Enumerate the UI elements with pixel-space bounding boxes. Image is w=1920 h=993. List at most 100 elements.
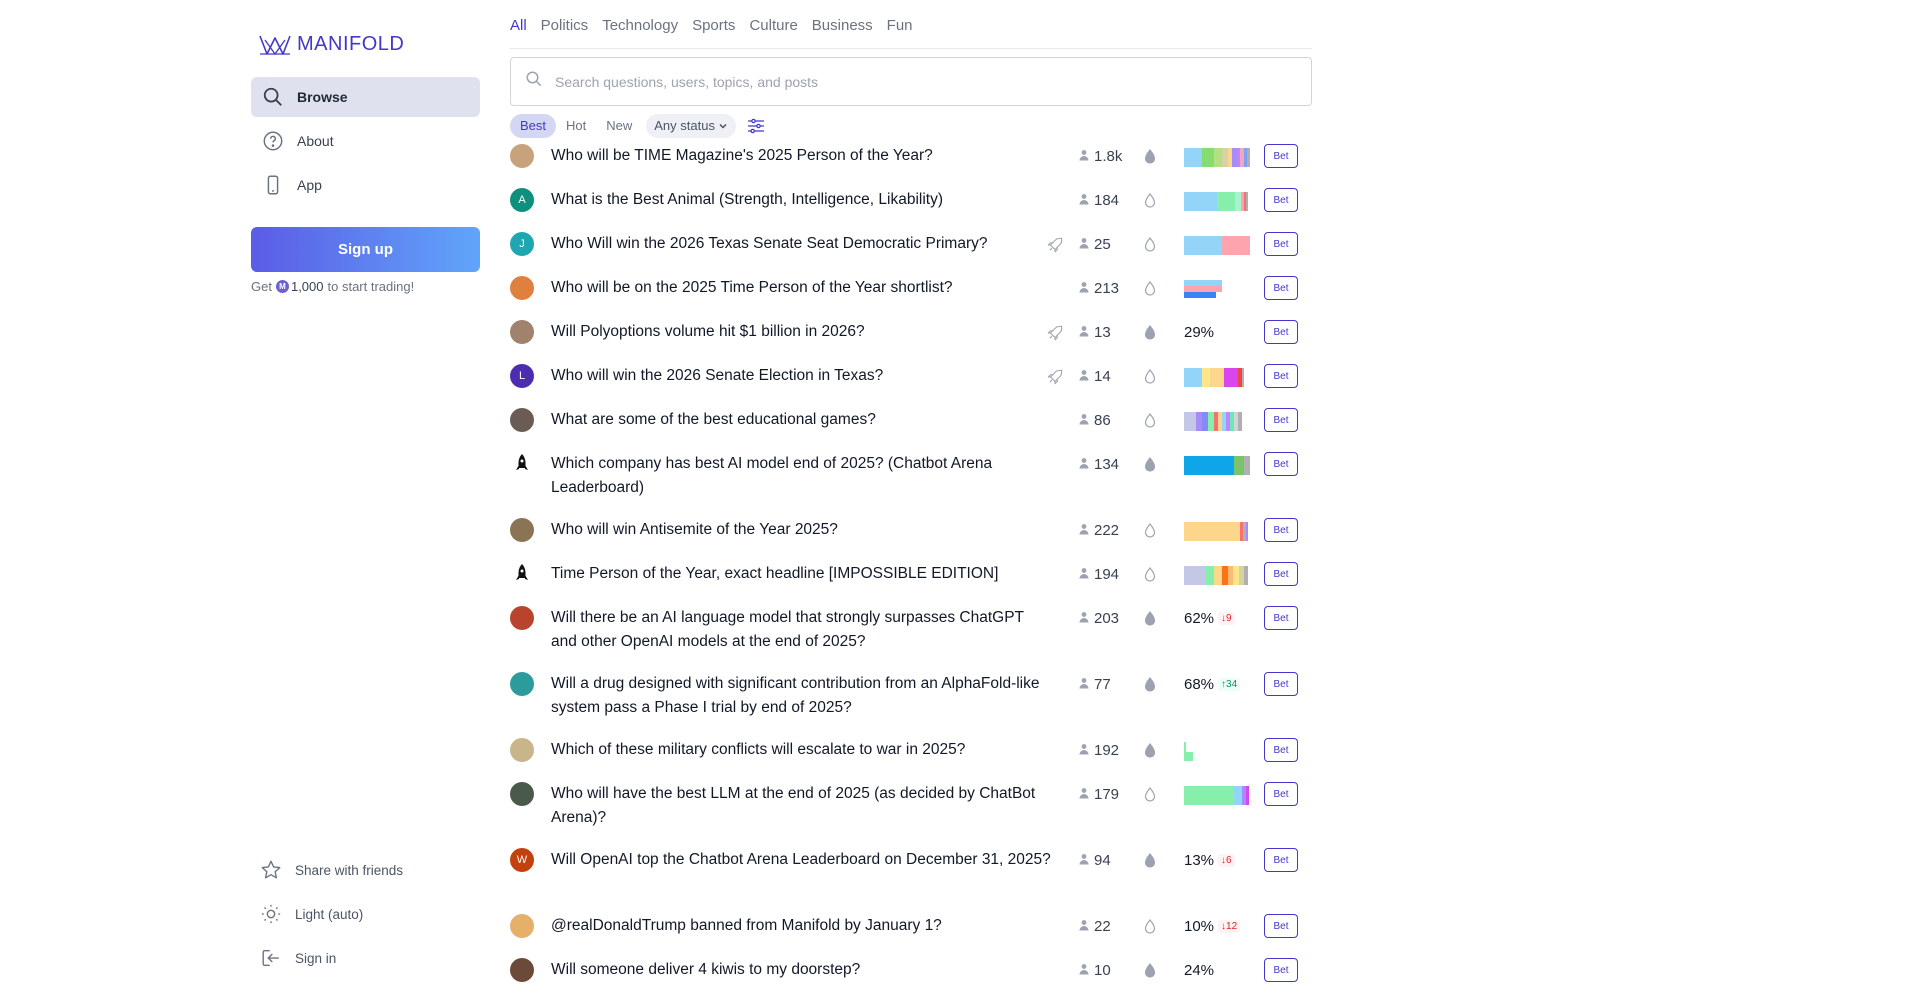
sign-in-icon <box>259 946 283 970</box>
traders-count: 134 <box>1078 452 1119 476</box>
avatar[interactable] <box>510 408 534 432</box>
liquidity-drop-icon <box>1144 413 1156 433</box>
liquidity-drop-icon <box>1144 853 1156 873</box>
sign-up-button[interactable]: Sign up <box>251 227 480 272</box>
avatar[interactable] <box>510 276 534 300</box>
share-with-friends-button[interactable]: Share with friends <box>251 853 403 887</box>
liquidity-drop-icon <box>1144 919 1156 939</box>
bet-button[interactable]: Bet <box>1264 452 1298 476</box>
avatar[interactable] <box>510 606 534 630</box>
avatar[interactable] <box>510 518 534 542</box>
bet-button[interactable]: Bet <box>1264 562 1298 586</box>
avatar[interactable] <box>510 562 534 586</box>
bet-button[interactable]: Bet <box>1264 408 1298 432</box>
market-question[interactable]: Who will be TIME Magazine's 2025 Person … <box>551 144 1051 168</box>
filter-settings-icon[interactable] <box>746 116 766 136</box>
market-question[interactable]: Will OpenAI top the Chatbot Arena Leader… <box>551 848 1051 872</box>
tab-culture[interactable]: Culture <box>749 17 797 34</box>
bet-button[interactable]: Bet <box>1264 232 1298 256</box>
market-question[interactable]: Which of these military conflicts will e… <box>551 738 1051 762</box>
bet-button[interactable]: Bet <box>1264 782 1298 806</box>
search-input[interactable] <box>553 72 1311 91</box>
avatar[interactable] <box>510 738 534 762</box>
tab-sports[interactable]: Sports <box>692 17 735 34</box>
bet-button[interactable]: Bet <box>1264 848 1298 872</box>
tabs-divider <box>510 48 1312 49</box>
market-question[interactable]: Will there be an AI language model that … <box>551 606 1051 654</box>
sort-best[interactable]: Best <box>510 114 557 138</box>
sort-new[interactable]: New <box>596 114 642 138</box>
market-question[interactable]: Who will win Antisemite of the Year 2025… <box>551 518 1051 542</box>
answer-distribution-bar <box>1184 742 1194 761</box>
bet-button[interactable]: Bet <box>1264 738 1298 762</box>
bet-button[interactable]: Bet <box>1264 672 1298 696</box>
star-icon <box>259 858 283 882</box>
probability-change: ↑34 <box>1218 677 1241 691</box>
bet-button[interactable]: Bet <box>1264 320 1298 344</box>
liquidity-drop-icon <box>1144 567 1156 587</box>
traders-value: 134 <box>1094 455 1120 473</box>
nav-browse-label: Browse <box>297 89 348 105</box>
avatar[interactable] <box>510 782 534 806</box>
probability-value: 10% <box>1184 917 1215 935</box>
market-question[interactable]: Will someone deliver 4 kiwis to my doors… <box>551 958 1051 982</box>
bet-button[interactable]: Bet <box>1264 606 1298 630</box>
tab-fun[interactable]: Fun <box>887 17 913 34</box>
bet-button[interactable]: Bet <box>1264 144 1298 168</box>
theme-toggle-button[interactable]: Light (auto) <box>251 897 363 931</box>
answer-segment <box>1206 566 1214 585</box>
tab-technology[interactable]: Technology <box>602 17 678 34</box>
avatar[interactable] <box>510 672 534 696</box>
probability: 68% ↑34 <box>1184 672 1241 696</box>
bet-button[interactable]: Bet <box>1264 188 1298 212</box>
tab-business[interactable]: Business <box>812 17 873 34</box>
bet-button[interactable]: Bet <box>1264 518 1298 542</box>
avatar[interactable] <box>510 320 534 344</box>
market-question[interactable]: What is the Best Animal (Strength, Intel… <box>551 188 1051 212</box>
status-dropdown[interactable]: Any status <box>646 114 736 138</box>
market-question[interactable]: Will Polyoptions volume hit $1 billion i… <box>551 320 1051 344</box>
avatar[interactable]: J <box>510 232 534 256</box>
tab-politics[interactable]: Politics <box>541 17 589 34</box>
market-question[interactable]: Who will have the best LLM at the end of… <box>551 782 1051 830</box>
avatar[interactable] <box>510 144 534 168</box>
traders-value: 192 <box>1094 741 1120 759</box>
avatar[interactable]: A <box>510 188 534 212</box>
avatar[interactable]: W <box>510 848 534 872</box>
nav-browse[interactable]: Browse <box>251 77 480 117</box>
sort-hot[interactable]: Hot <box>556 114 596 138</box>
answer-distribution-bar <box>1184 412 1242 431</box>
market-question[interactable]: Who Will win the 2026 Texas Senate Seat … <box>551 232 1051 256</box>
traders-value: 13 <box>1094 323 1111 341</box>
logo[interactable]: MANIFOLD <box>257 30 404 58</box>
bet-button[interactable]: Bet <box>1264 364 1298 388</box>
market-question[interactable]: What are some of the best educational ga… <box>551 408 1051 432</box>
answer-segment <box>1238 412 1242 431</box>
avatar[interactable] <box>510 914 534 938</box>
market-question[interactable]: Time Person of the Year, exact headline … <box>551 562 1051 586</box>
probability: 62% ↓9 <box>1184 606 1235 630</box>
nav-app[interactable]: App <box>251 165 480 205</box>
answer-segment <box>1244 566 1248 585</box>
avatar[interactable]: L <box>510 364 534 388</box>
market-question[interactable]: Who will be on the 2025 Time Person of t… <box>551 276 1051 300</box>
person-icon <box>1078 962 1090 979</box>
bet-button[interactable]: Bet <box>1264 276 1298 300</box>
person-icon <box>1078 918 1090 935</box>
market-question[interactable]: Which company has best AI model end of 2… <box>551 452 1051 500</box>
tab-all[interactable]: All <box>510 17 527 34</box>
manifold-logo-icon <box>259 35 291 56</box>
market-question[interactable]: Will a drug designed with significant co… <box>551 672 1051 720</box>
nav-about[interactable]: About <box>251 121 480 161</box>
bet-button[interactable]: Bet <box>1264 958 1298 982</box>
avatar[interactable] <box>510 958 534 982</box>
search-bar[interactable] <box>510 57 1312 106</box>
sign-in-button[interactable]: Sign in <box>251 941 336 975</box>
probability: 13% ↓6 <box>1184 848 1235 872</box>
avatar[interactable] <box>510 452 534 476</box>
person-icon <box>1078 192 1090 209</box>
market-question[interactable]: Who will win the 2026 Senate Election in… <box>551 364 1051 388</box>
answer-distribution-bar <box>1184 192 1248 211</box>
market-question[interactable]: @realDonaldTrump banned from Manifold by… <box>551 914 1051 938</box>
bet-button[interactable]: Bet <box>1264 914 1298 938</box>
